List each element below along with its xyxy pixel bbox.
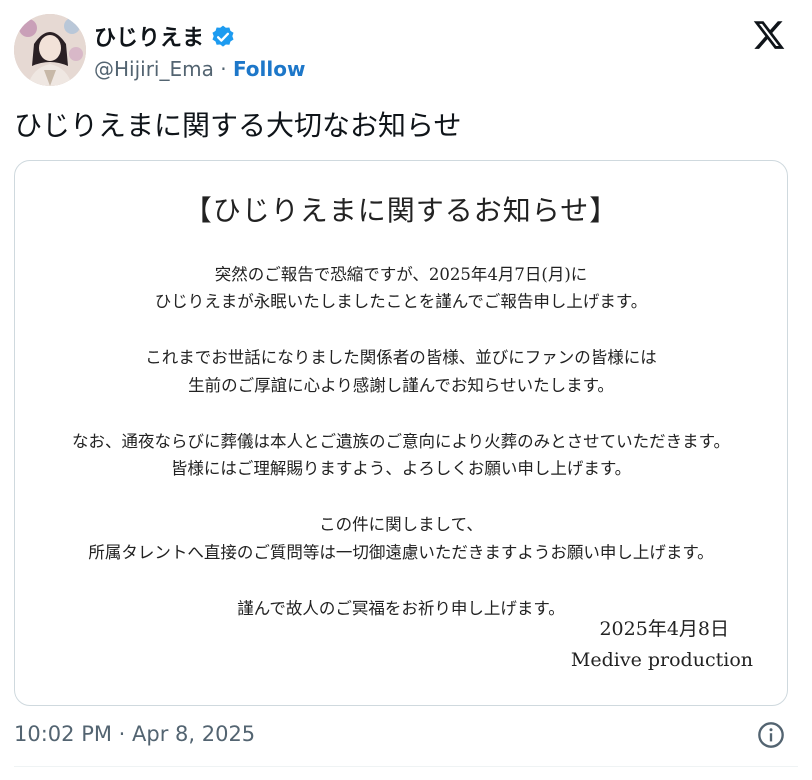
- notice-line: 皆様にはご理解賜りますよう、よろしくお願い申し上げます。: [170, 459, 632, 478]
- avatar-image: [14, 14, 86, 86]
- author-handle[interactable]: @Hijiri_Ema: [94, 57, 214, 81]
- notice-line: ひじりえまが永眠いたしましたことを謹んでご報告申し上げます。: [154, 292, 648, 311]
- notice-line: この件に関しまして、: [319, 515, 483, 534]
- author-handle-row: @Hijiri_Ema · Follow: [94, 57, 305, 81]
- footer-divider: [14, 766, 798, 767]
- notice-title: 【ひじりえまに関するお知らせ】: [183, 194, 619, 227]
- notice-line: 生前のご厚誼に心より感謝し謹んでお知らせいたします。: [188, 376, 614, 395]
- tweet-text: ひじりえまに関する大切なお知らせ: [14, 109, 462, 142]
- avatar[interactable]: [14, 14, 86, 86]
- x-logo-icon[interactable]: [752, 18, 786, 52]
- tweet-timestamp[interactable]: 10:02 PM · Apr 8, 2025: [14, 722, 255, 746]
- follow-button[interactable]: Follow: [233, 57, 306, 81]
- notice-line: なお、通夜ならびに葬儀は本人とご遺族のご意向により火葬のみとさせていただきます。: [71, 432, 731, 451]
- notice-line: これまでお世話になりました関係者の皆様、並びにファンの皆様には: [145, 348, 657, 367]
- handle-separator: ·: [213, 57, 233, 81]
- author-display-name[interactable]: ひじりえま: [94, 20, 204, 52]
- notice-line: 所属タレントへ直接のご質問等は一切御遠慮いただきますようお願い申し上げます。: [88, 543, 714, 562]
- notice-date: 2025年4月8日: [599, 618, 729, 640]
- tweet-image-card[interactable]: 【ひじりえまに関するお知らせ】 突然のご報告で恐縮ですが、2025年4月7日(月…: [14, 160, 788, 706]
- info-icon[interactable]: [757, 721, 785, 749]
- notice-image: 【ひじりえまに関するお知らせ】 突然のご報告で恐縮ですが、2025年4月7日(月…: [15, 161, 787, 705]
- notice-line: 突然のご報告で恐縮ですが、2025年4月7日(月)に: [214, 265, 588, 284]
- notice-organization: Medive production: [570, 649, 753, 671]
- verified-badge-icon: [212, 25, 234, 47]
